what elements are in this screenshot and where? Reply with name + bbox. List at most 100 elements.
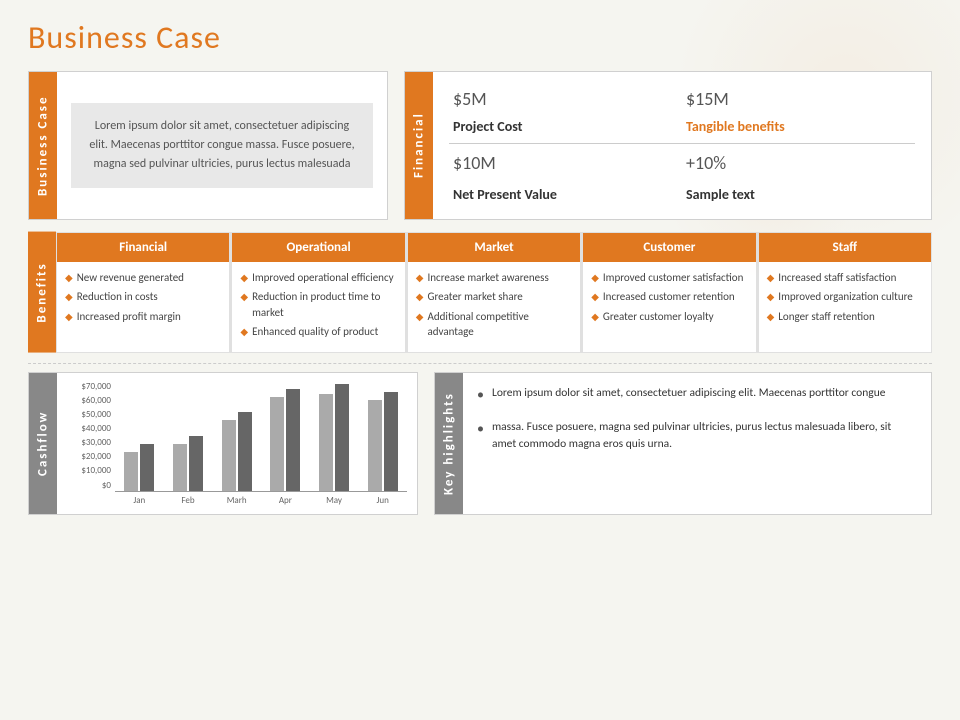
- benefit-header-3: Customer: [583, 233, 755, 262]
- diamond-icon: ◆: [240, 325, 248, 339]
- fin-mid-right: Tangible benefits: [682, 112, 915, 144]
- bar-light: [270, 397, 284, 491]
- diamond-icon: ◆: [416, 290, 424, 304]
- y-label: $70,000: [67, 381, 111, 392]
- y-label: $20,000: [67, 451, 111, 462]
- benefits-section: Benefits Financial ◆New revenue generated…: [28, 232, 932, 353]
- y-label: $50,000: [67, 409, 111, 420]
- benefit-item: ◆ Additional competitive advantage: [416, 309, 572, 340]
- benefit-header-2: Market: [408, 233, 580, 262]
- benefit-col-4: Staff◆Increased staff satisfaction◆Impro…: [759, 233, 931, 352]
- fin-top-left: $5M: [449, 82, 682, 112]
- cashflow-box: Cashflow $70,000$60,000$50,000$40,000$30…: [28, 372, 418, 515]
- business-case-inner: Lorem ipsum dolor sit amet, consectetuer…: [71, 103, 373, 189]
- benefit-item: ◆ Improved customer satisfaction: [591, 270, 747, 285]
- diamond-icon: ◆: [65, 271, 73, 285]
- fin-top-right: $15M: [682, 82, 915, 112]
- benefit-item: ◆New revenue generated: [65, 270, 221, 285]
- benefit-body-1: ◆ Improved operational efficiency ◆ Reducti…: [232, 262, 404, 352]
- y-label: $60,000: [67, 395, 111, 406]
- x-label: Apr: [261, 495, 310, 506]
- top-row: Business Case Lorem ipsum dolor sit amet…: [28, 71, 932, 220]
- fin-bot-left: $10M: [449, 144, 682, 180]
- benefit-text: Increased customer retention: [603, 289, 735, 304]
- diamond-icon: ◆: [591, 271, 599, 285]
- benefit-header-4: Staff: [759, 233, 931, 262]
- benefit-text: Reduction in costs: [77, 289, 158, 304]
- diamond-icon: ◆: [416, 310, 424, 324]
- benefit-item: ◆Improved organization culture: [767, 289, 923, 304]
- benefit-text: Greater market share: [428, 289, 523, 304]
- benefit-text: Increased profit margin: [77, 309, 181, 324]
- benefit-item: ◆ Reduction in product time to market: [240, 289, 396, 320]
- bar-group-1: [164, 436, 213, 491]
- financial-label: Financial: [405, 72, 433, 219]
- diamond-icon: ◆: [240, 290, 248, 304]
- bullet-icon: •: [477, 384, 484, 405]
- diamond-icon: ◆: [591, 290, 599, 304]
- highlights-content: • Lorem ipsum dolor sit amet, consectetue…: [463, 373, 931, 514]
- benefit-col-1: Operational ◆ Improved operational efficie…: [232, 233, 404, 352]
- bar-group-5: [358, 392, 407, 491]
- benefit-text: Reduction in product time to market: [252, 289, 397, 320]
- benefits-grid: Financial◆New revenue generated◆Reductio…: [56, 232, 932, 353]
- fin-bot-label-left: Net Present Value: [449, 180, 682, 209]
- benefit-text: Improved operational efficiency: [252, 270, 394, 285]
- fin-bot-label-right: Sample text: [682, 180, 915, 209]
- bar-light: [173, 444, 187, 491]
- highlight-text: massa. Fusce posuere, magna sed pulvinar…: [492, 419, 917, 454]
- diamond-icon: ◆: [65, 290, 73, 304]
- diamond-icon: ◆: [416, 271, 424, 285]
- benefit-text: Enhanced quality of product: [252, 324, 378, 339]
- x-label: Jan: [115, 495, 164, 506]
- bar-light: [124, 452, 138, 491]
- diamond-icon: ◆: [591, 310, 599, 324]
- highlights-label: Key highlights: [435, 373, 463, 514]
- bottom-row: Cashflow $70,000$60,000$50,000$40,000$30…: [28, 372, 932, 515]
- diamond-icon: ◆: [767, 290, 775, 304]
- diamond-icon: ◆: [240, 271, 248, 285]
- bar-dark: [189, 436, 203, 491]
- bar-light: [319, 394, 333, 491]
- bullet-icon: •: [477, 418, 484, 439]
- financial-content: $5M $15M Project Cost Tangible benefits …: [433, 72, 931, 219]
- y-label: $40,000: [67, 423, 111, 434]
- benefit-item: ◆Longer staff retention: [767, 309, 923, 324]
- bar-dark: [238, 412, 252, 491]
- benefit-text: Increased staff satisfaction: [778, 270, 896, 285]
- fin-bot-right: +10%: [682, 144, 915, 180]
- benefit-header-0: Financial: [57, 233, 229, 262]
- x-label: Feb: [164, 495, 213, 506]
- chart-area: $70,000$60,000$50,000$40,000$30,000$20,0…: [67, 381, 407, 506]
- x-label: May: [310, 495, 359, 506]
- benefits-label: Benefits: [28, 232, 56, 353]
- page-title: Business Case: [28, 18, 932, 57]
- benefit-text: Greater customer loyalty: [603, 309, 714, 324]
- y-axis: $70,000$60,000$50,000$40,000$30,000$20,0…: [67, 381, 111, 491]
- highlight-text: Lorem ipsum dolor sit amet, consectetuer…: [492, 385, 885, 402]
- benefit-header-1: Operational: [232, 233, 404, 262]
- benefit-text: Improved customer satisfaction: [603, 270, 744, 285]
- bar-light: [222, 420, 236, 491]
- benefit-col-2: Market◆Increase market awareness◆Greater…: [408, 233, 580, 352]
- bars-container: $70,000$60,000$50,000$40,000$30,000$20,0…: [115, 381, 407, 491]
- bar-group-3: [261, 389, 310, 491]
- benefit-text: Additional competitive advantage: [428, 309, 573, 340]
- benefit-item: ◆ Greater customer loyalty: [591, 309, 747, 324]
- diamond-icon: ◆: [65, 310, 73, 324]
- benefit-text: Improved organization culture: [778, 289, 913, 304]
- x-label: Jun: [358, 495, 407, 506]
- business-case-label: Business Case: [29, 72, 57, 219]
- benefit-item: ◆ Enhanced quality of product: [240, 324, 396, 339]
- bar-dark: [335, 384, 349, 491]
- diamond-icon: ◆: [767, 310, 775, 324]
- benefit-item: ◆ Improved operational efficiency: [240, 270, 396, 285]
- benefit-text: Longer staff retention: [778, 309, 874, 324]
- business-case-box: Business Case Lorem ipsum dolor sit amet…: [28, 71, 388, 220]
- benefit-body-4: ◆Increased staff satisfaction◆Improved o…: [759, 262, 931, 352]
- benefit-item: ◆Increase market awareness: [416, 270, 572, 285]
- bar-light: [368, 400, 382, 491]
- chart-baseline: [115, 491, 407, 492]
- y-label: $10,000: [67, 465, 111, 476]
- page: Business Case Business Case Lorem ipsum …: [0, 0, 960, 720]
